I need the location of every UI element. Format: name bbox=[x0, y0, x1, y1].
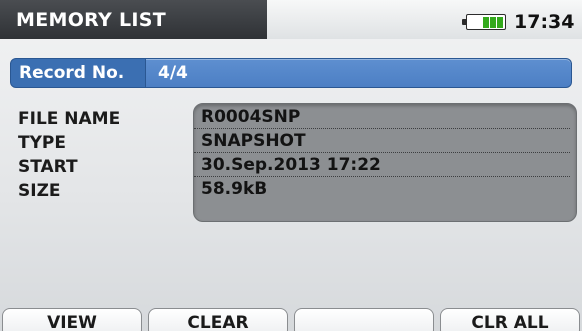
detail-labels: FILE NAME TYPE START SIZE bbox=[18, 107, 120, 203]
size-value: 58.9kB bbox=[201, 179, 268, 199]
empty-function-button[interactable] bbox=[294, 308, 434, 331]
type-label: TYPE bbox=[18, 133, 66, 153]
file-name-value: R0004SNP bbox=[194, 105, 570, 129]
view-button[interactable]: VIEW bbox=[2, 308, 142, 331]
title-bar: MEMORY LIST bbox=[0, 0, 267, 39]
record-value[interactable]: 4/4 bbox=[146, 58, 572, 88]
start-label: START bbox=[18, 157, 78, 177]
status-header: MEMORY LIST 17:34 bbox=[0, 0, 582, 39]
record-selector[interactable]: Record No. 4/4 bbox=[10, 58, 572, 88]
type-value: SNAPSHOT bbox=[194, 129, 570, 153]
clear-button[interactable]: CLEAR bbox=[148, 308, 288, 331]
record-label: Record No. bbox=[10, 58, 146, 88]
screen-title: MEMORY LIST bbox=[16, 9, 167, 31]
battery-icon bbox=[462, 14, 506, 30]
file-name-label: FILE NAME bbox=[18, 109, 121, 129]
battery-level bbox=[482, 16, 504, 28]
clear-all-button[interactable]: CLR ALL bbox=[440, 308, 580, 331]
record-info-panel: R0004SNP SNAPSHOT 30.Sep.2013 17:22 58.9… bbox=[193, 103, 577, 222]
start-value: 30.Sep.2013 17:22 bbox=[194, 153, 570, 177]
battery-tip bbox=[462, 19, 466, 25]
clock: 17:34 bbox=[514, 11, 575, 33]
size-label: SIZE bbox=[18, 181, 61, 201]
